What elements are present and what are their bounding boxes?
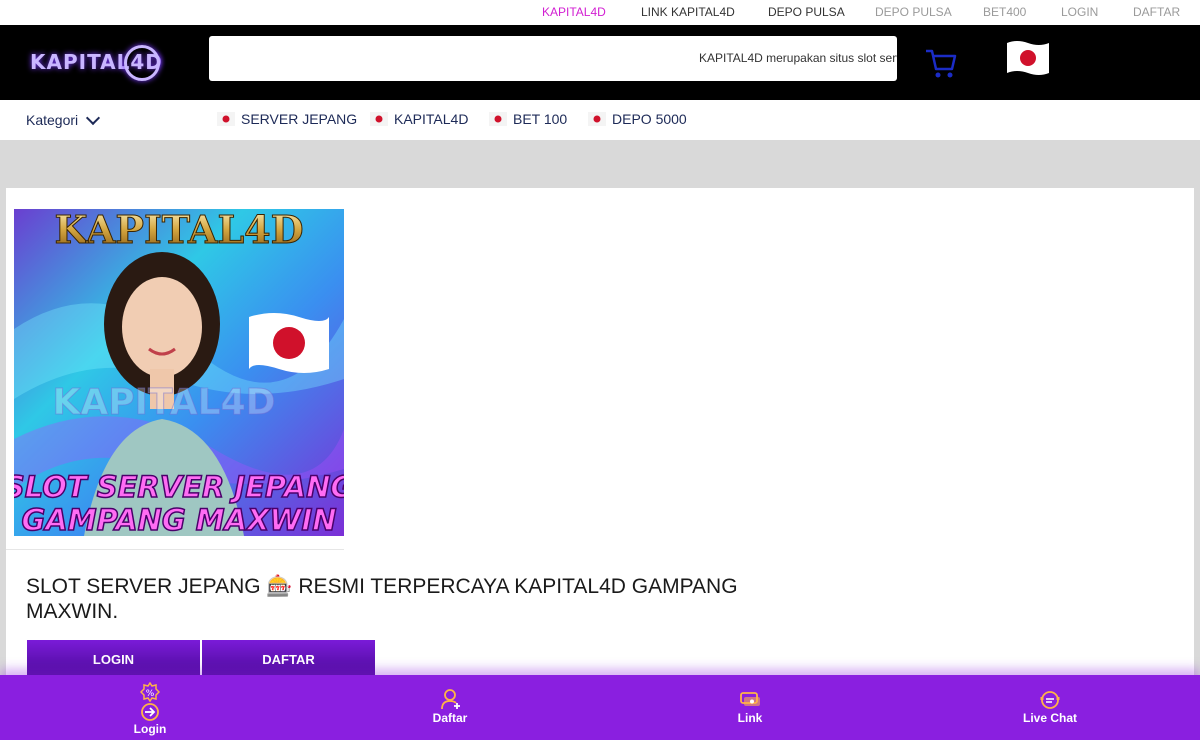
site-logo[interactable]: KAPITAL4D xyxy=(26,42,166,82)
japan-flag-icon xyxy=(370,112,388,126)
product-banner-image[interactable]: KAPITAL4D KAPITAL4D SLOT SERVER JEPANG G… xyxy=(14,209,344,536)
bottom-nav-link[interactable]: Link xyxy=(690,675,810,740)
chevron-down-icon xyxy=(86,110,101,125)
login-icon xyxy=(141,703,159,721)
svg-text:%: % xyxy=(146,689,155,699)
category-item-server-jepang[interactable]: SERVER JEPANG xyxy=(217,111,357,127)
login-button[interactable]: LOGIN xyxy=(27,640,200,678)
toplink-depo-pulsa-2[interactable]: DEPO PULSA xyxy=(875,5,952,19)
banner-line-2: GAMPANG MAXWIN xyxy=(21,503,336,536)
link-icon xyxy=(740,692,760,706)
japan-flag-icon xyxy=(588,112,606,126)
live-chat-icon xyxy=(1040,691,1060,709)
japan-flag-icon[interactable] xyxy=(1005,39,1051,77)
banner-top-text: KAPITAL4D xyxy=(54,209,303,252)
toplink-link-kapital4d[interactable]: LINK KAPITAL4D xyxy=(641,5,735,19)
bottom-nav-label: Link xyxy=(737,711,763,725)
category-item-depo-5000[interactable]: DEPO 5000 xyxy=(588,111,687,127)
marquee-text: KAPITAL4D merupakan situs slot serv xyxy=(699,51,897,65)
category-item-bet-100[interactable]: BET 100 xyxy=(489,111,567,127)
japan-flag-icon xyxy=(217,112,235,126)
category-label: BET 100 xyxy=(513,111,568,127)
user-add-icon xyxy=(441,689,460,710)
kategori-label: Kategori xyxy=(26,112,79,128)
japan-flag-icon xyxy=(489,112,507,126)
bottom-nav-label: Daftar xyxy=(432,711,468,725)
bottom-nav-login[interactable]: % Login xyxy=(90,675,210,740)
product-title: SLOT SERVER JEPANG 🎰 RESMI TERPERCAYA KA… xyxy=(26,575,738,623)
toplink-depo-pulsa[interactable]: DEPO PULSA xyxy=(768,5,845,19)
daftar-button[interactable]: DAFTAR xyxy=(202,640,375,678)
bottom-nav-live-chat[interactable]: Live Chat xyxy=(990,675,1110,740)
category-label: KAPITAL4D xyxy=(394,111,469,127)
bottom-nav-label: Live Chat xyxy=(1022,711,1077,725)
toplink-bet400[interactable]: BET400 xyxy=(983,5,1026,19)
bottom-nav-label: Login xyxy=(133,722,167,736)
category-item-kapital4d[interactable]: KAPITAL4D xyxy=(370,111,468,127)
logo-ring xyxy=(124,45,160,81)
kategori-dropdown[interactable]: Kategori xyxy=(26,110,101,128)
banner-watermark-text: KAPITAL4D xyxy=(52,382,275,423)
category-label: SERVER JEPANG xyxy=(241,111,358,127)
marquee-box: KAPITAL4D merupakan situs slot serv xyxy=(209,36,897,81)
bottom-nav: % Login Daftar Link Live Chat xyxy=(0,675,1200,740)
site-header: KAPITAL4D KAPITAL4D merupakan situs slot… xyxy=(0,25,1200,100)
promo-icon: % xyxy=(140,682,160,702)
cart-icon[interactable] xyxy=(924,47,958,79)
bottom-nav-daftar[interactable]: Daftar xyxy=(390,675,510,740)
top-links-bar: KAPITAL4D LINK KAPITAL4D DEPO PULSA DEPO… xyxy=(0,0,1200,25)
toplink-login[interactable]: LOGIN xyxy=(1061,5,1098,19)
toplink-daftar[interactable]: DAFTAR xyxy=(1133,5,1180,19)
category-label: DEPO 5000 xyxy=(612,111,687,127)
product-panel: KAPITAL4D KAPITAL4D SLOT SERVER JEPANG G… xyxy=(6,188,1194,740)
image-divider xyxy=(6,549,344,550)
toplink-kapital4d[interactable]: KAPITAL4D xyxy=(542,5,606,19)
banner-line-1: SLOT SERVER JEPANG xyxy=(14,470,344,504)
category-nav: Kategori SERVER JEPANG KAPITAL4D BET 100… xyxy=(0,100,1200,140)
